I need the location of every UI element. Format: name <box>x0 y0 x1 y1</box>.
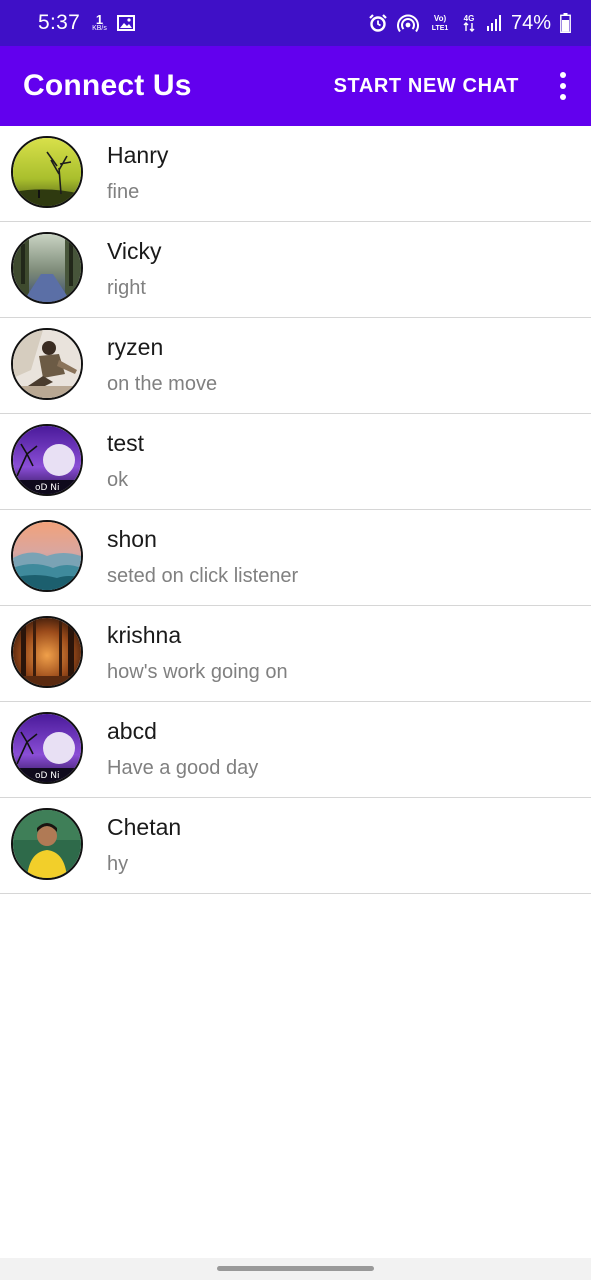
network-speed-value: 1 <box>95 11 104 27</box>
app-title: Connect Us <box>23 69 192 102</box>
chat-item-krishna[interactable]: krishna how's work going on <box>0 606 591 702</box>
svg-text:Vo): Vo) <box>434 14 447 23</box>
4g-data-icon: 4G <box>461 13 477 33</box>
app-bar: Connect Us START NEW CHAT <box>0 46 591 126</box>
battery-icon <box>560 13 571 33</box>
chat-item-chetan[interactable]: Chetan hy <box>0 798 591 894</box>
nav-bar <box>0 1258 591 1280</box>
chat-last-message: on the move <box>107 373 218 395</box>
chat-name: krishna <box>107 622 182 648</box>
avatar: oD Ni <box>11 712 83 784</box>
chat-name: Hanry <box>107 142 169 168</box>
chat-last-message: fine <box>107 181 140 203</box>
network-speed-unit: KB/s <box>92 24 107 32</box>
chat-name: Vicky <box>107 238 162 264</box>
battery-percent: 74% <box>510 11 551 34</box>
svg-text:oD Ni: oD Ni <box>35 771 60 781</box>
gallery-icon <box>116 15 135 31</box>
chat-item-hanry[interactable]: Hanry fine <box>0 126 591 222</box>
chat-name: test <box>107 430 145 456</box>
avatar <box>11 136 83 208</box>
chat-item-abcd[interactable]: oD Ni abcd Have a good day <box>0 702 591 798</box>
svg-text:4G: 4G <box>464 14 475 23</box>
alarm-icon <box>368 13 388 33</box>
chat-item-vicky[interactable]: Vicky right <box>0 222 591 318</box>
home-gesture-handle[interactable] <box>217 1266 374 1271</box>
network-speed: 1 KB/s <box>92 11 107 33</box>
chat-name: Chetan <box>107 814 182 840</box>
chat-name: shon <box>107 526 157 552</box>
svg-text:LTE1: LTE1 <box>432 25 449 32</box>
avatar <box>11 232 83 304</box>
chat-last-message: hy <box>107 853 129 875</box>
avatar <box>11 616 83 688</box>
svg-text:oD Ni: oD Ni <box>35 483 60 493</box>
chat-last-message: how's work going on <box>107 661 288 683</box>
avatar <box>11 520 83 592</box>
chat-last-message: right <box>107 277 146 299</box>
hotspot-icon <box>397 13 419 33</box>
signal-icon <box>486 14 502 32</box>
chat-item-test[interactable]: oD Ni test ok <box>0 414 591 510</box>
status-time: 5:37 <box>38 11 81 34</box>
start-new-chat-button[interactable]: START NEW CHAT <box>328 67 525 106</box>
status-right-group: Vo) LTE1 4G 74% <box>368 12 571 35</box>
avatar: oD Ni <box>11 424 83 496</box>
chat-last-message: ok <box>107 469 129 491</box>
chat-list: Hanry fine Vicky right ryzen on the move… <box>0 126 591 894</box>
chat-item-ryzen[interactable]: ryzen on the move <box>0 318 591 414</box>
chat-name: abcd <box>107 718 157 744</box>
volte-icon: Vo) LTE1 <box>428 13 452 33</box>
chat-name: ryzen <box>107 334 164 360</box>
chat-last-message: Have a good day <box>107 757 259 779</box>
more-vert-icon[interactable] <box>545 62 581 110</box>
chat-last-message: seted on click listener <box>107 565 299 587</box>
chat-item-shon[interactable]: shon seted on click listener <box>0 510 591 606</box>
avatar <box>11 328 83 400</box>
status-bar: 5:37 1 KB/s Vo) LTE1 4G 74% <box>0 0 591 46</box>
avatar <box>11 808 83 880</box>
